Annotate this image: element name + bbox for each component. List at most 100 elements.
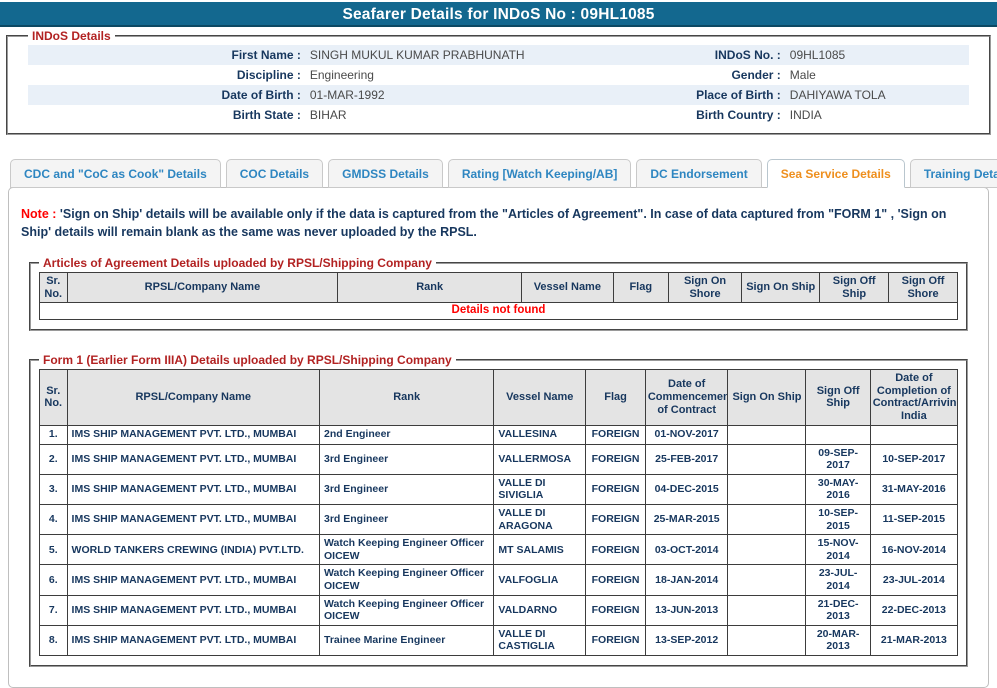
column-header: Sign On Ship xyxy=(728,370,806,426)
table-cell: 4. xyxy=(40,505,68,535)
column-header: Sr. No. xyxy=(40,370,68,426)
table-cell: 5. xyxy=(40,535,68,565)
indos-row: First Name : SINGH MUKUL KUMAR PRABHUNAT… xyxy=(28,45,969,65)
tab-dc-endorsement[interactable]: DC Endorsement xyxy=(636,159,761,188)
table-cell: Trainee Marine Engineer xyxy=(319,625,493,655)
table-cell xyxy=(728,535,806,565)
table-row: 8.IMS SHIP MANAGEMENT PVT. LTD., MUMBAIT… xyxy=(40,625,958,655)
table-cell: 3rd Engineer xyxy=(319,444,493,474)
form1-table: Sr. No.RPSL/Company NameRankVessel NameF… xyxy=(39,369,958,656)
table-cell xyxy=(806,425,870,444)
table-cell: 04-DEC-2015 xyxy=(645,474,728,504)
table-cell: Watch Keeping Engineer Officer OICEW xyxy=(319,595,493,625)
table-cell: IMS SHIP MANAGEMENT PVT. LTD., MUMBAI xyxy=(67,474,319,504)
indos-no-label: INDoS No. : xyxy=(658,48,780,62)
table-header-row: Sr. No.RPSL/Company NameRankVessel NameF… xyxy=(40,273,958,303)
place-of-birth-value: DAHIYAWA TOLA xyxy=(781,88,969,102)
column-header: Sign On Ship xyxy=(742,273,820,303)
column-header: Date of Commencement of Contract xyxy=(645,370,728,426)
table-cell: VALDARNO xyxy=(494,595,586,625)
table-cell: IMS SHIP MANAGEMENT PVT. LTD., MUMBAI xyxy=(67,625,319,655)
column-header: Rank xyxy=(338,273,522,303)
table-cell: 18-JAN-2014 xyxy=(645,565,728,595)
table-cell xyxy=(728,425,806,444)
column-header: Sign Off Ship xyxy=(820,273,889,303)
column-header: Vessel Name xyxy=(494,370,586,426)
tab-cdc-and-coc-as-cook-details[interactable]: CDC and "CoC as Cook" Details xyxy=(10,159,221,188)
note-body: 'Sign on Ship' details will be available… xyxy=(21,207,946,239)
table-cell: 6. xyxy=(40,565,68,595)
column-header: Sign On Shore xyxy=(668,273,741,303)
table-cell: FOREIGN xyxy=(586,625,646,655)
indos-row: Date of Birth : 01-MAR-1992 Place of Bir… xyxy=(28,85,969,105)
date-of-birth-value: 01-MAR-1992 xyxy=(301,88,659,102)
indos-row: Birth State : BIHAR Birth Country : INDI… xyxy=(28,105,969,125)
tab-training-details[interactable]: Training Details xyxy=(910,159,997,188)
empty-row: Details not found xyxy=(40,303,958,320)
table-cell: Watch Keeping Engineer Officer OICEW xyxy=(319,535,493,565)
table-cell: FOREIGN xyxy=(586,535,646,565)
articles-of-agreement-table: Sr. No.RPSL/Company NameRankVessel NameF… xyxy=(39,272,958,320)
table-row: 3.IMS SHIP MANAGEMENT PVT. LTD., MUMBAI3… xyxy=(40,474,958,504)
table-cell xyxy=(728,505,806,535)
gender-value: Male xyxy=(781,68,969,82)
table-cell: FOREIGN xyxy=(586,595,646,625)
birth-state-label: Birth State : xyxy=(28,108,301,122)
table-row: 4.IMS SHIP MANAGEMENT PVT. LTD., MUMBAI3… xyxy=(40,505,958,535)
table-cell: 22-DEC-2013 xyxy=(870,595,957,625)
table-cell: VALLESINA xyxy=(494,425,586,444)
discipline-label: Discipline : xyxy=(28,68,301,82)
indos-row: Discipline : Engineering Gender : Male xyxy=(28,65,969,85)
table-cell: IMS SHIP MANAGEMENT PVT. LTD., MUMBAI xyxy=(67,425,319,444)
table-row: 5.WORLD TANKERS CREWING (INDIA) PVT.LTD.… xyxy=(40,535,958,565)
indos-details-section: INDoS Details First Name : SINGH MUKUL K… xyxy=(6,29,991,135)
birth-country-label: Birth Country : xyxy=(658,108,780,122)
table-cell: FOREIGN xyxy=(586,474,646,504)
table-row: 6.IMS SHIP MANAGEMENT PVT. LTD., MUMBAIW… xyxy=(40,565,958,595)
table-row: 2.IMS SHIP MANAGEMENT PVT. LTD., MUMBAI3… xyxy=(40,444,958,474)
column-header: Sign Off Ship xyxy=(806,370,870,426)
indos-no-value: 09HL1085 xyxy=(781,48,969,62)
table-cell: 25-FEB-2017 xyxy=(645,444,728,474)
table-cell: 13-JUN-2013 xyxy=(645,595,728,625)
table-cell: MT SALAMIS xyxy=(494,535,586,565)
table-cell: Watch Keeping Engineer Officer OICEW xyxy=(319,565,493,595)
birth-state-value: BIHAR xyxy=(301,108,659,122)
table-cell: 2. xyxy=(40,444,68,474)
tab-rating-watch-keeping-ab[interactable]: Rating [Watch Keeping/AB] xyxy=(448,159,632,188)
table-cell: VALLE DI CASTIGLIA xyxy=(494,625,586,655)
table-cell: VALLERMOSA xyxy=(494,444,586,474)
table-cell xyxy=(870,425,957,444)
table-cell xyxy=(728,474,806,504)
table-cell: IMS SHIP MANAGEMENT PVT. LTD., MUMBAI xyxy=(67,565,319,595)
tab-strip: CDC and "CoC as Cook" DetailsCOC Details… xyxy=(10,159,989,188)
table-cell: 23-JUL-2014 xyxy=(806,565,870,595)
table-cell: 13-SEP-2012 xyxy=(645,625,728,655)
table-cell: 09-SEP-2017 xyxy=(806,444,870,474)
table-cell: VALLE DI ARAGONA xyxy=(494,505,586,535)
tab-coc-details[interactable]: COC Details xyxy=(226,159,323,188)
first-name-value: SINGH MUKUL KUMAR PRABHUNATH xyxy=(301,48,659,62)
empty-message: Details not found xyxy=(40,303,958,320)
column-header: Sign Off Shore xyxy=(889,273,958,303)
note-text: Note : 'Sign on Ship' details will be av… xyxy=(21,206,976,241)
tab-sea-service-details[interactable]: Sea Service Details xyxy=(767,159,905,188)
table-cell: 03-OCT-2014 xyxy=(645,535,728,565)
table-cell: 31-MAY-2016 xyxy=(870,474,957,504)
table-cell: 2nd Engineer xyxy=(319,425,493,444)
table-cell: 10-SEP-2017 xyxy=(870,444,957,474)
column-header: Date of Completion of Contract/Arriving … xyxy=(870,370,957,426)
table-cell: VALFOGLIA xyxy=(494,565,586,595)
indos-details-legend: INDoS Details xyxy=(28,29,115,43)
form1-section: Form 1 (Earlier Form IIIA) Details uploa… xyxy=(29,353,968,667)
table-cell: 11-SEP-2015 xyxy=(870,505,957,535)
place-of-birth-label: Place of Birth : xyxy=(658,88,780,102)
table-row: 7.IMS SHIP MANAGEMENT PVT. LTD., MUMBAIW… xyxy=(40,595,958,625)
table-header-row: Sr. No.RPSL/Company NameRankVessel NameF… xyxy=(40,370,958,426)
table-cell: 15-NOV-2014 xyxy=(806,535,870,565)
note-prefix: Note : xyxy=(21,207,56,221)
table-cell: 25-MAR-2015 xyxy=(645,505,728,535)
first-name-label: First Name : xyxy=(28,48,301,62)
table-cell: 3rd Engineer xyxy=(319,505,493,535)
tab-gmdss-details[interactable]: GMDSS Details xyxy=(328,159,443,188)
